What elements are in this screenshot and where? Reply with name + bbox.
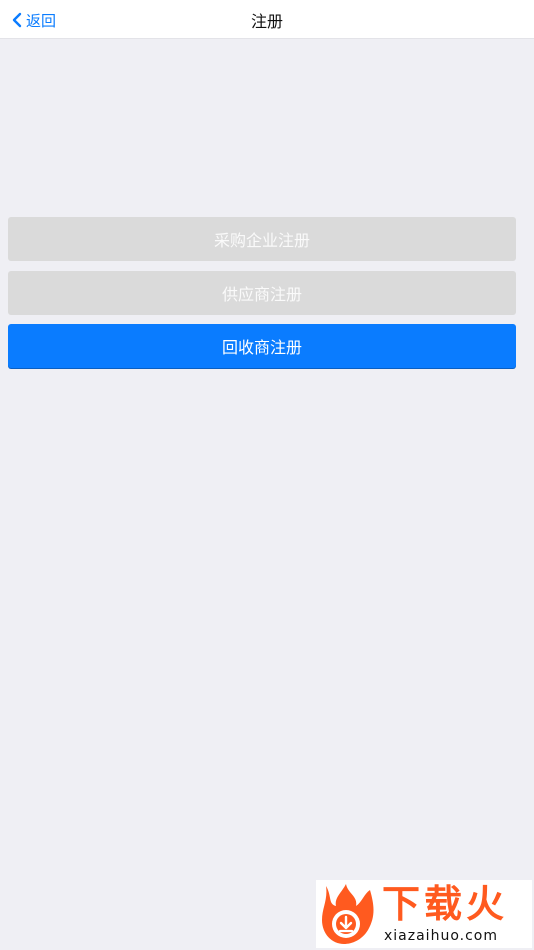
recycler-register-button[interactable]: 回收商注册	[8, 324, 516, 368]
watermark: 下载火 xiazaihuo.com	[316, 880, 532, 948]
page-title: 注册	[250, 12, 283, 31]
watermark-text: 下载火	[382, 882, 509, 926]
supplier-register-button[interactable]: 供应商注册	[8, 271, 516, 315]
watermark-url: xiazaihuo.com	[384, 928, 498, 944]
flame-download-logo-icon	[318, 882, 378, 950]
navigation-bar: 返回 注册	[0, 0, 534, 39]
purchasing-company-register-button[interactable]: 采购企业注册	[8, 217, 516, 261]
